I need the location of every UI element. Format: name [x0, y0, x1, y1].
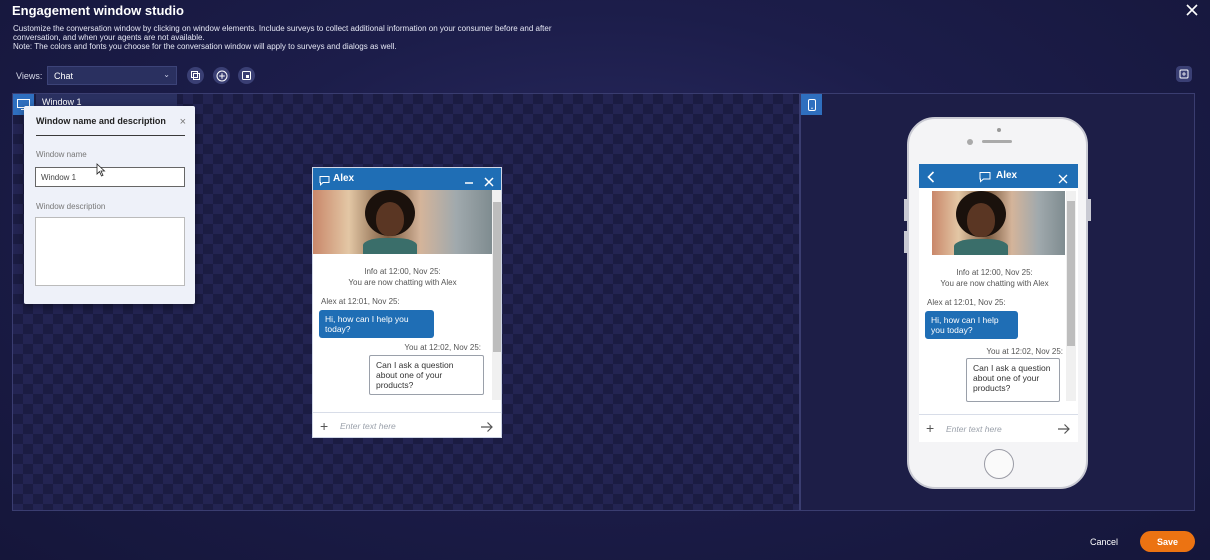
chat-input[interactable]: Enter text here [340, 421, 396, 431]
phone-side-button [904, 231, 907, 253]
phone-side-button [1088, 199, 1091, 221]
info-line: Info at 12:00, Nov 25: [364, 267, 441, 276]
add-circle-icon[interactable] [213, 67, 230, 84]
user-message-meta: You at 12:02, Nov 25: [404, 343, 481, 352]
window-name-label: Window name [36, 150, 87, 159]
chevron-down-icon: ⌄ [163, 70, 170, 79]
agent-name: Alex [996, 170, 1018, 181]
agent-message-bubble: Hi, how can I help you today? [925, 311, 1018, 339]
description-line: Note: The colors and fonts you choose fo… [13, 41, 397, 51]
studio-description: Customize the conversation window by cli… [13, 24, 583, 51]
chat-bubble-icon [319, 173, 330, 191]
mobile-icon[interactable] [801, 94, 822, 115]
user-message-meta: You at 12:02, Nov 25: [986, 347, 1063, 356]
chat-bubble-icon [979, 170, 991, 188]
studio-title: Engagement window studio [12, 3, 184, 18]
chat-input[interactable]: Enter text here [946, 424, 1002, 434]
agent-photo [932, 191, 1065, 255]
phone-camera [997, 128, 1001, 132]
views-label: Views: [16, 71, 43, 81]
phone-frame: Alex Info at 12:00, Nov 25: You are now … [904, 117, 1091, 489]
popover-title: Window name and description [36, 116, 166, 126]
plus-icon[interactable]: + [926, 420, 934, 436]
phone-side-button [904, 199, 907, 221]
preview-icon[interactable] [238, 67, 255, 84]
user-message-bubble: Can I ask a question about one of your p… [369, 355, 484, 395]
chat-window-preview[interactable]: Alex Info at 12:00, Nov 25: You are now … [312, 167, 502, 438]
mobile-chat-window-preview[interactable]: Alex Info at 12:00, Nov 25: You are now … [919, 164, 1078, 442]
mobile-chat-title-bar[interactable]: Alex [919, 164, 1078, 188]
expand-icon[interactable] [1176, 66, 1192, 82]
duplicate-icon[interactable] [187, 67, 204, 84]
agent-message-meta: Alex at 12:01, Nov 25: [927, 298, 1006, 307]
window-description-textarea[interactable] [35, 217, 185, 286]
mobile-chat-scrollbar[interactable] [1066, 191, 1076, 401]
agent-name: Alex [333, 173, 355, 184]
minimize-icon[interactable] [464, 172, 474, 190]
views-select[interactable]: Chat ⌄ [47, 66, 177, 85]
agent-photo [313, 190, 492, 254]
agent-message-meta: Alex at 12:01, Nov 25: [321, 297, 400, 306]
mobile-chat-composer[interactable]: + Enter text here [919, 414, 1078, 442]
phone-home-button [984, 449, 1014, 479]
save-button[interactable]: Save [1140, 531, 1195, 552]
chat-scrollbar[interactable] [492, 190, 501, 400]
chat-title-bar[interactable]: Alex [313, 168, 501, 190]
close-icon[interactable]: × [180, 116, 186, 128]
window-name-input[interactable]: Window 1 [35, 167, 185, 187]
close-icon[interactable] [1058, 171, 1068, 189]
divider [36, 135, 185, 136]
plus-icon[interactable]: + [320, 418, 328, 434]
close-icon[interactable] [1184, 2, 1200, 18]
window-name-popover: Window name and description × Window nam… [24, 106, 195, 304]
info-line: You are now chatting with Alex [348, 278, 457, 287]
chat-composer[interactable]: + Enter text here [313, 412, 501, 437]
system-info-message: Info at 12:00, Nov 25: You are now chatt… [313, 266, 492, 288]
back-chevron-icon[interactable] [927, 170, 935, 188]
phone-sensor [967, 139, 973, 145]
info-line: Info at 12:00, Nov 25: [956, 268, 1033, 277]
send-arrow-icon[interactable] [1057, 422, 1071, 440]
send-arrow-icon[interactable] [480, 420, 494, 437]
agent-message-bubble: Hi, how can I help you today? [319, 310, 434, 338]
views-select-value: Chat [54, 71, 74, 81]
system-info-message: Info at 12:00, Nov 25: You are now chatt… [919, 267, 1070, 289]
cancel-button[interactable]: Cancel [1090, 537, 1118, 547]
mouse-cursor-icon [96, 163, 106, 182]
phone-speaker [982, 140, 1012, 143]
info-line: You are now chatting with Alex [940, 279, 1049, 288]
user-message-bubble: Can I ask a question about one of your p… [966, 358, 1060, 402]
window-description-label: Window description [36, 202, 106, 211]
